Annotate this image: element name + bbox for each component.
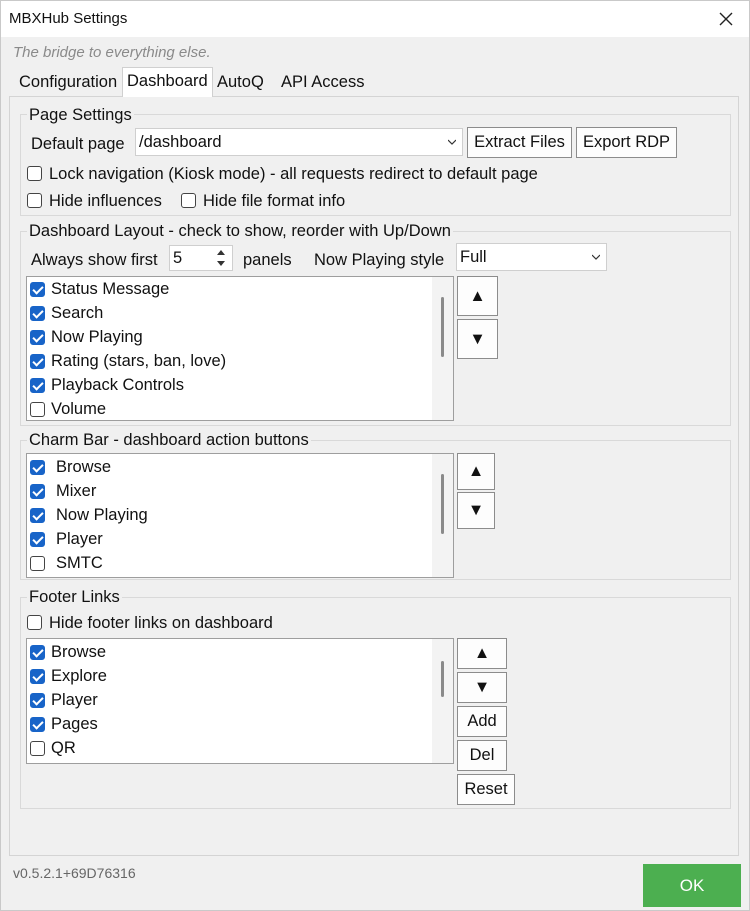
lock-navigation-checkbox[interactable]	[27, 166, 42, 181]
footer-links-legend: Footer Links	[27, 588, 122, 607]
list-item-checkbox[interactable]	[30, 354, 45, 369]
tagline: The bridge to everything else.	[13, 44, 211, 61]
always-show-spinner[interactable]: 5	[169, 245, 233, 271]
caret-up-icon	[217, 250, 225, 255]
always-show-value: 5	[173, 249, 183, 267]
list-item-label: Now Playing	[56, 506, 148, 524]
list-item-label: Now Playing	[51, 328, 143, 346]
tab-autoq[interactable]: AutoQ	[213, 69, 268, 96]
list-item-checkbox[interactable]	[30, 693, 45, 708]
footer-reset-button[interactable]: Reset	[457, 774, 515, 805]
always-show-label: Always show first	[31, 251, 158, 269]
hide-file-format-label: Hide file format info	[203, 192, 346, 210]
list-item-label: Playback Controls	[51, 376, 184, 394]
title-bar: MBXHub Settings	[1, 1, 749, 37]
settings-window: MBXHub Settings The bridge to everything…	[0, 0, 750, 911]
list-item-checkbox[interactable]	[30, 508, 45, 523]
footer-del-button[interactable]: Del	[457, 740, 507, 771]
default-page-label: Default page	[31, 135, 125, 153]
chevron-down-icon	[592, 254, 600, 260]
scrollbar[interactable]	[432, 277, 453, 420]
extract-files-button[interactable]: Extract Files	[467, 127, 572, 158]
spin-down-button[interactable]	[211, 258, 231, 269]
list-item-label: Search	[51, 304, 104, 322]
hide-footer-links-label: Hide footer links on dashboard	[49, 614, 273, 632]
dashboard-layout-legend: Dashboard Layout - check to show, reorde…	[27, 222, 453, 241]
hide-influences-label: Hide influences	[49, 192, 162, 210]
footer-move-up-button[interactable]: ▲	[457, 638, 507, 669]
list-item-label: Browse	[51, 643, 107, 661]
list-item-checkbox[interactable]	[30, 556, 45, 571]
hide-file-format-checkbox[interactable]	[181, 193, 196, 208]
charm-bar-list[interactable]: Browse Mixer Now Playing Player SMTC	[26, 453, 454, 578]
now-playing-style-value: Full	[460, 248, 487, 266]
window-title: MBXHub Settings	[9, 10, 128, 27]
list-item-label: Status Message	[51, 280, 170, 298]
list-item-checkbox[interactable]	[30, 282, 45, 297]
scrollbar[interactable]	[432, 454, 453, 577]
charm-move-up-button[interactable]: ▲	[457, 453, 495, 490]
list-item-label: SMTC	[56, 554, 103, 572]
list-item-label: Pages	[51, 715, 98, 733]
lock-navigation-label: Lock navigation (Kiosk mode) - all reque…	[49, 165, 538, 183]
charm-bar-legend: Charm Bar - dashboard action buttons	[27, 431, 311, 450]
list-item-checkbox[interactable]	[30, 669, 45, 684]
list-item-label: Player	[56, 530, 103, 548]
list-item-checkbox[interactable]	[30, 378, 45, 393]
list-item-checkbox[interactable]	[30, 532, 45, 547]
list-item-label: Explore	[51, 667, 107, 685]
footer-move-down-button[interactable]: ▼	[457, 672, 507, 703]
spin-up-button[interactable]	[211, 247, 231, 258]
footer-links-list[interactable]: Browse Explore Player Pages QR	[26, 638, 454, 764]
chevron-down-icon	[448, 139, 456, 145]
list-item-checkbox[interactable]	[30, 402, 45, 417]
tab-api-access[interactable]: API Access	[277, 69, 368, 96]
default-page-combo[interactable]: /dashboard	[135, 128, 463, 156]
list-item-label: Player	[51, 691, 98, 709]
scrollbar[interactable]	[432, 639, 453, 763]
scrollbar-thumb[interactable]	[441, 474, 444, 534]
list-item-checkbox[interactable]	[30, 460, 45, 475]
list-item-label: Rating (stars, ban, love)	[51, 352, 227, 370]
export-rdp-button[interactable]: Export RDP	[576, 127, 677, 158]
dashboard-layout-list[interactable]: Status Message Search Now Playing Rating…	[26, 276, 454, 421]
scrollbar-thumb[interactable]	[441, 661, 444, 697]
dashboard-panel: Page Settings Default page /dashboard Ex…	[9, 96, 739, 856]
layout-move-up-button[interactable]: ▲	[457, 276, 498, 316]
list-item-checkbox[interactable]	[30, 717, 45, 732]
version-label: v0.5.2.1+69D76316	[13, 865, 136, 881]
footer-add-button[interactable]: Add	[457, 706, 507, 737]
list-item-label: QR	[51, 739, 76, 757]
now-playing-style-combo[interactable]: Full	[456, 243, 607, 271]
close-icon	[719, 12, 733, 26]
list-item-checkbox[interactable]	[30, 330, 45, 345]
panels-label: panels	[243, 251, 292, 269]
list-item-checkbox[interactable]	[30, 306, 45, 321]
list-item-label: Mixer	[56, 482, 97, 500]
caret-down-icon	[217, 261, 225, 266]
list-item-checkbox[interactable]	[30, 741, 45, 756]
now-playing-style-label: Now Playing style	[314, 251, 445, 269]
list-item-checkbox[interactable]	[30, 645, 45, 660]
tab-dashboard[interactable]: Dashboard	[122, 67, 213, 97]
layout-move-down-button[interactable]: ▼	[457, 319, 498, 359]
default-page-value: /dashboard	[139, 133, 222, 151]
list-item-label: Volume	[51, 400, 107, 418]
charm-move-down-button[interactable]: ▼	[457, 492, 495, 529]
list-item-label: Browse	[56, 458, 112, 476]
hide-footer-links-checkbox[interactable]	[27, 615, 42, 630]
ok-button[interactable]: OK	[643, 864, 741, 907]
list-item-checkbox[interactable]	[30, 484, 45, 499]
close-button[interactable]	[703, 1, 749, 37]
hide-influences-checkbox[interactable]	[27, 193, 42, 208]
scrollbar-thumb[interactable]	[441, 297, 444, 357]
page-settings-legend: Page Settings	[27, 106, 134, 125]
tab-configuration[interactable]: Configuration	[15, 69, 121, 96]
